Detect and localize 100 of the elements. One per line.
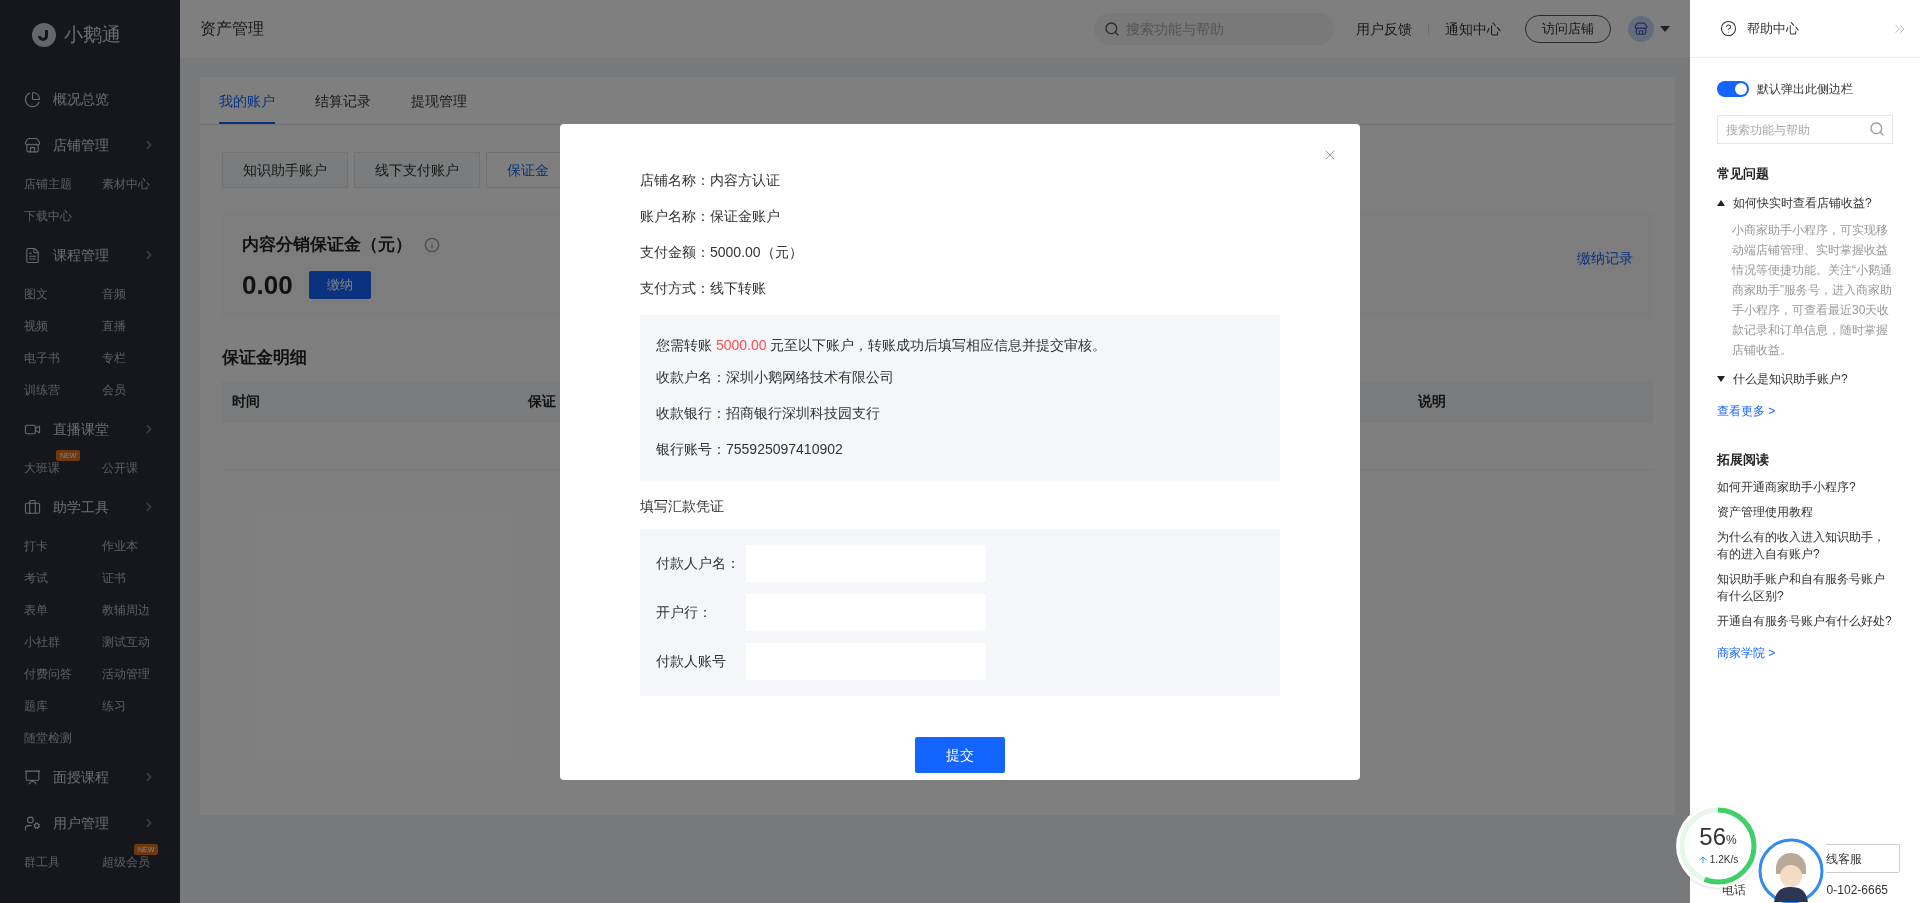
nav-item[interactable]: 公开课 <box>102 459 138 477</box>
nav-item[interactable]: 测试互动 <box>102 633 150 651</box>
nav-item[interactable]: 表单 <box>24 601 48 619</box>
article-link[interactable]: 如何开通商家助手小程序? <box>1717 479 1893 496</box>
transfer-notice: 您需转账 5000.00 元至以下账户，转账成功后填写相应信息并提交审核。 <box>656 336 1108 355</box>
logo-text: 小鹅通 <box>64 22 121 47</box>
nav-section[interactable]: 概况总览 <box>0 78 180 120</box>
nav-item[interactable]: 下载中心 <box>24 207 72 225</box>
help-search-field[interactable]: 搜索功能与帮助 <box>1717 115 1893 144</box>
nav-item[interactable]: 素材中心 <box>102 175 150 193</box>
form-title: 填写汇款凭证 <box>640 497 725 516</box>
nav-item[interactable]: 随堂检测 <box>24 729 72 747</box>
pay-button[interactable]: 缴纳 <box>308 271 371 299</box>
tab[interactable]: 我的账户 <box>219 91 275 124</box>
account-tab[interactable]: 线下支付账户 <box>354 152 480 188</box>
assistant-avatar-icon[interactable] <box>1758 838 1824 903</box>
article-link[interactable]: 知识助手账户和自有服务号账户有什么区别? <box>1717 571 1893 605</box>
nav-item[interactable]: 超级会员 <box>102 853 150 871</box>
nav-section[interactable]: 店铺管理 <box>0 124 180 166</box>
nav-item[interactable]: 作业本 <box>102 537 138 555</box>
nav-section[interactable]: 直播课堂 <box>0 408 180 450</box>
speed-text: 1.2K/s <box>1709 853 1739 867</box>
article-link[interactable]: 为什么有的收入进入知识助手，有的进入自有账户? <box>1717 529 1893 563</box>
pie-chart-icon <box>24 90 41 108</box>
deposit-title: 内容分销保证金（元） <box>242 234 412 256</box>
gauge-value: 56 <box>1699 825 1726 849</box>
tab[interactable]: 结算记录 <box>315 91 371 124</box>
store-icon <box>24 136 41 154</box>
nav-item[interactable]: 教辅周边 <box>102 601 150 619</box>
phone-number: 0-102-6665 <box>1826 882 1888 899</box>
nav-section[interactable]: 用户管理 <box>0 802 180 844</box>
triangle-down-icon <box>1717 375 1725 382</box>
caret-icon[interactable] <box>1660 26 1670 32</box>
nav-item[interactable]: 活动管理 <box>102 665 150 683</box>
bank-value: 深圳小鹅网络技术有限公司 <box>726 367 894 387</box>
faq-question[interactable]: 什么是知识助手账户? <box>1717 369 1893 388</box>
bank-label: 收款银行： <box>656 403 726 423</box>
deposit-amount: 0.00 <box>242 268 293 302</box>
info-value: 线下转账 <box>710 278 766 298</box>
nav-item[interactable]: 视频 <box>24 317 48 335</box>
nav-item[interactable]: 打卡 <box>24 537 48 555</box>
article-link[interactable]: 开通自有服务号账户有什么好处? <box>1717 613 1893 630</box>
header-link[interactable]: 通知中心 <box>1445 18 1501 40</box>
logo-icon <box>32 23 56 47</box>
page-title: 资产管理 <box>200 19 264 39</box>
info-label: 店铺名称： <box>640 170 710 190</box>
user-settings-icon <box>24 814 41 832</box>
info-label: 支付金额： <box>640 242 710 262</box>
column-header: 保证 <box>528 392 556 411</box>
submit-button[interactable]: 提交 <box>915 737 1005 773</box>
nav-item[interactable]: 群工具 <box>24 853 60 871</box>
header-link[interactable]: 用户反馈 <box>1356 18 1412 40</box>
nav-item[interactable]: 直播 <box>102 317 126 335</box>
triangle-up-icon <box>1717 199 1725 206</box>
info-value: 5000.00（元） <box>710 242 803 262</box>
bank-value: 755925097410902 <box>726 439 843 459</box>
bank-label: 银行账号： <box>656 439 726 459</box>
search-icon <box>1869 121 1885 137</box>
nav-item[interactable]: 专栏 <box>102 349 126 367</box>
field-label: 付款人账号 <box>656 652 727 671</box>
nav-item[interactable]: 音频 <box>102 285 126 303</box>
nav-section[interactable]: 课程管理 <box>0 234 180 276</box>
nav-item[interactable]: 证书 <box>102 569 126 587</box>
info-value: 保证金账户 <box>710 206 780 226</box>
store-icon <box>1634 22 1648 36</box>
nav-item[interactable]: 考试 <box>24 569 48 587</box>
store-avatar[interactable] <box>1628 16 1654 42</box>
column-header: 时间 <box>232 392 261 411</box>
article-link[interactable]: 资产管理使用教程 <box>1717 504 1893 521</box>
nav-item[interactable]: 付费问答 <box>24 665 72 683</box>
academy-link[interactable]: 商家学院 > <box>1717 644 1893 662</box>
nav-item[interactable]: 题库 <box>24 697 48 715</box>
info-icon[interactable] <box>424 236 440 253</box>
nav-item[interactable]: 会员 <box>102 381 126 399</box>
account-tab[interactable]: 知识助手账户 <box>222 152 348 188</box>
presentation-icon <box>24 768 41 786</box>
more-link[interactable]: 查看更多 > <box>1717 401 1893 420</box>
section-heading: 保证金明细 <box>222 347 307 369</box>
column-header: 说明 <box>1418 392 1446 411</box>
nav-item[interactable]: 训练营 <box>24 381 60 399</box>
nav-item[interactable]: 电子书 <box>24 349 60 367</box>
faq-question[interactable]: 如何快实时查看店铺收益? <box>1717 193 1893 212</box>
nav-item[interactable]: 图文 <box>24 285 48 303</box>
document-icon <box>24 246 41 264</box>
records-link[interactable]: 缴纳记录 <box>1577 248 1633 318</box>
info-label: 支付方式： <box>640 278 710 298</box>
bank-label: 收款户名： <box>656 367 726 387</box>
nav-item[interactable]: 大班课 <box>24 459 60 477</box>
toggle-switch[interactable] <box>1717 81 1749 97</box>
panel-title: 帮助中心 <box>1747 19 1800 38</box>
info-label: 账户名称： <box>640 206 710 226</box>
nav-section[interactable]: 助学工具 <box>0 486 180 528</box>
field-label: 付款人户名： <box>656 554 741 573</box>
nav-item[interactable]: 小社群 <box>24 633 60 651</box>
gauge-unit: % <box>1726 833 1737 849</box>
nav-section[interactable]: 面授课程 <box>0 756 180 798</box>
help-icon <box>1720 20 1737 37</box>
nav-item[interactable]: 练习 <box>102 697 126 715</box>
service-button[interactable]: 线客服 <box>1826 844 1900 873</box>
tab[interactable]: 提现管理 <box>411 91 467 124</box>
